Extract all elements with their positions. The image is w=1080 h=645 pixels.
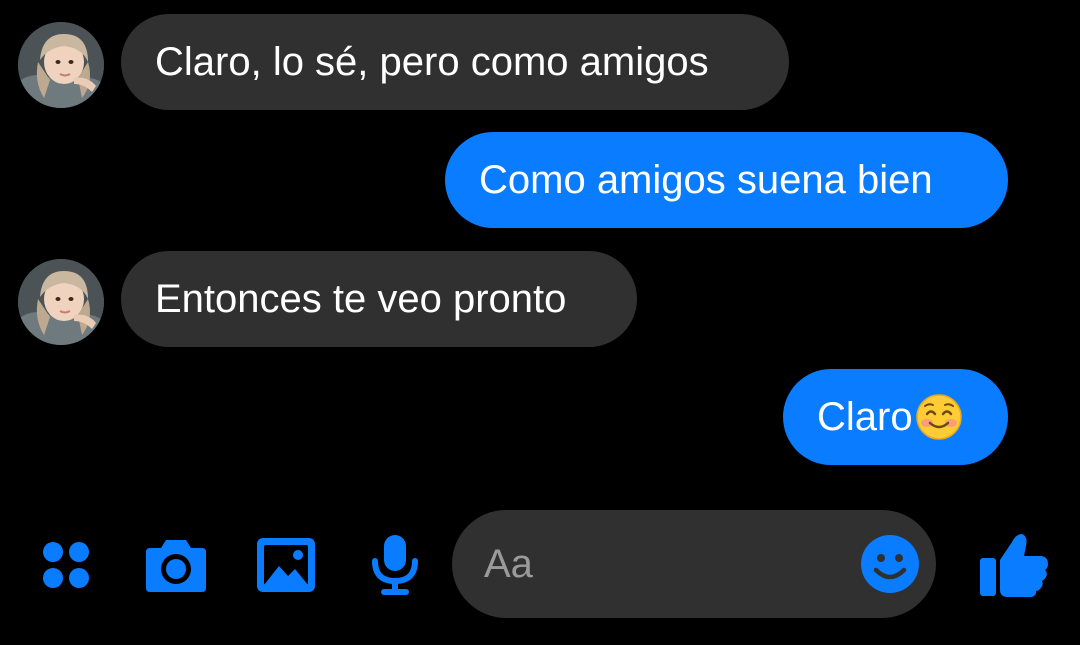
message-text: Como amigos suena bien xyxy=(479,157,933,202)
contact-avatar[interactable] xyxy=(18,22,104,108)
message-composer[interactable]: Aa xyxy=(452,510,936,618)
camera-icon[interactable] xyxy=(144,534,208,594)
menu-grid-icon[interactable] xyxy=(38,537,94,593)
message-bubble-incoming[interactable]: Entonces te veo pronto xyxy=(121,251,637,347)
image-icon[interactable] xyxy=(255,536,317,594)
contact-avatar[interactable] xyxy=(18,259,104,345)
thumbs-up-icon[interactable] xyxy=(978,528,1050,600)
message-input[interactable]: Aa xyxy=(484,510,844,618)
avatar-photo xyxy=(18,22,104,108)
message-text: Entonces te veo pronto xyxy=(155,276,567,321)
emoji-icon[interactable] xyxy=(860,534,920,594)
message-bubble-outgoing[interactable]: Claro xyxy=(783,369,1008,465)
chat-screen: Claro, lo sé, pero como amigos Como amig… xyxy=(0,0,1080,645)
smiling-face-emoji-icon xyxy=(915,394,962,440)
message-text: Claro, lo sé, pero como amigos xyxy=(155,39,709,84)
message-bubble-outgoing[interactable]: Como amigos suena bien xyxy=(445,132,1008,228)
message-text: Claro xyxy=(817,394,913,439)
microphone-icon[interactable] xyxy=(369,533,421,597)
avatar-photo xyxy=(18,259,104,345)
message-bubble-incoming[interactable]: Claro, lo sé, pero como amigos xyxy=(121,14,789,110)
